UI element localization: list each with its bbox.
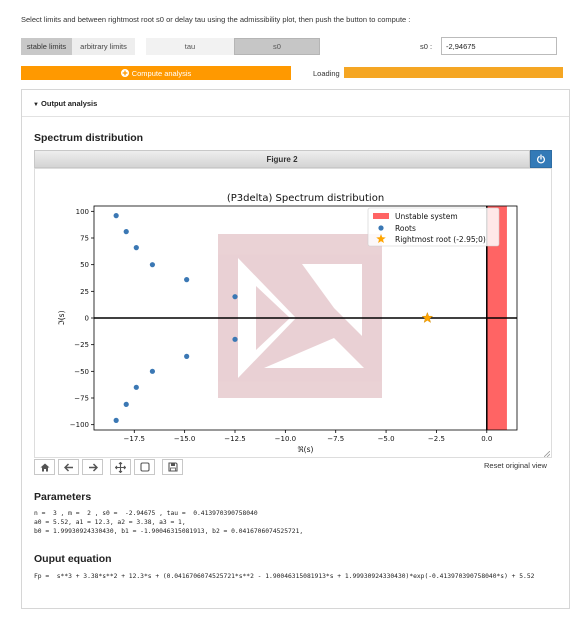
- loading-label: Loading: [313, 69, 340, 78]
- close-figure-button[interactable]: [530, 150, 552, 168]
- figure-toolbar: [34, 459, 186, 475]
- y-tick-label: −100: [70, 421, 89, 429]
- x-tick-label: −2.5: [428, 435, 445, 443]
- root-point: [184, 353, 190, 359]
- output-analysis-toggle[interactable]: ▼ Output analysis: [33, 99, 97, 108]
- forward-arrow-icon: [88, 462, 98, 472]
- instructions-text: Select limits and between rightmost root…: [21, 15, 411, 24]
- output-equation-heading: Ouput equation: [34, 553, 112, 565]
- caret-down-icon: ▼: [33, 102, 39, 108]
- root-point: [123, 229, 129, 235]
- zoom-rect-icon: [139, 462, 150, 472]
- zoom-rect-button[interactable]: [134, 459, 155, 475]
- root-point: [133, 245, 139, 251]
- x-axis-label: ℜ(s): [298, 445, 314, 454]
- x-tick-label: −5.0: [378, 435, 395, 443]
- figure-title-bar: Figure 2: [34, 150, 530, 168]
- back-button[interactable]: [58, 459, 79, 475]
- parameters-line-1: n = 3 , m = 2 , s0 = -2.94675 , tau = 0.…: [34, 510, 258, 517]
- save-button[interactable]: [162, 459, 183, 475]
- root-point: [133, 384, 139, 390]
- legend-swatch-unstable: [373, 213, 389, 219]
- pan-icon: [115, 461, 126, 473]
- y-tick-label: −75: [74, 395, 89, 403]
- x-tick-label: 0.0: [481, 435, 492, 443]
- tau-toggle-button[interactable]: tau: [146, 38, 234, 55]
- root-point: [149, 262, 156, 268]
- back-arrow-icon: [63, 462, 73, 472]
- compute-analysis-button[interactable]: Compute analysis: [21, 66, 291, 80]
- resize-handle-icon[interactable]: [544, 451, 550, 457]
- x-tick-label: −7.5: [327, 435, 344, 443]
- legend-label-unstable: Unstable system: [395, 212, 458, 221]
- legend-label-rightmost: Rightmost root (-2.95;0): [395, 235, 486, 244]
- x-tick-label: −10.0: [275, 435, 296, 443]
- x-tick-label: −12.5: [224, 435, 245, 443]
- root-point: [149, 368, 156, 374]
- s0-label: s0 :: [420, 42, 433, 51]
- root-point: [232, 336, 238, 342]
- loading-progress-bar: [344, 67, 563, 78]
- stable-limits-button[interactable]: stable limits: [21, 38, 72, 55]
- parameters-line-3: b0 = 1.99930924330430, b1 = -1.900463150…: [34, 528, 304, 535]
- y-tick-label: 50: [80, 261, 89, 269]
- root-point: [113, 213, 119, 219]
- root-point: [184, 277, 190, 283]
- power-icon: [536, 154, 546, 164]
- parameters-heading: Parameters: [34, 491, 92, 503]
- spectrum-plot: (P3delta) Spectrum distribution −17.5 −15.…: [57, 193, 518, 454]
- chart-title: (P3delta) Spectrum distribution: [227, 193, 384, 204]
- root-point: [232, 294, 238, 300]
- x-tick-label: −15.0: [174, 435, 195, 443]
- x-tick-label: −17.5: [124, 435, 145, 443]
- y-axis-label: ℑ(s): [57, 310, 66, 325]
- y-tick-label: 25: [80, 288, 89, 296]
- parameters-line-2: a0 = 5.52, a1 = 12.3, a2 = 3.38, a3 = 1,: [34, 519, 186, 526]
- watermark-logo: [218, 234, 382, 398]
- y-tick-label: 0: [85, 315, 89, 323]
- output-equation-text: Fp = s**3 + 3.38*s**2 + 12.3*s + (0.0416…: [34, 573, 535, 580]
- legend-label-roots: Roots: [395, 224, 416, 233]
- y-tick-label: 100: [76, 208, 89, 216]
- home-icon: [40, 463, 49, 471]
- reset-view-link[interactable]: Reset original view: [484, 461, 547, 470]
- root-point: [123, 401, 129, 407]
- save-icon: [167, 462, 178, 472]
- home-button[interactable]: [34, 459, 55, 475]
- pan-button[interactable]: [110, 459, 131, 475]
- output-analysis-label: Output analysis: [41, 99, 98, 108]
- s0-toggle-button[interactable]: s0: [234, 38, 320, 55]
- arbitrary-limits-button[interactable]: arbitrary limits: [72, 38, 135, 55]
- rightmost-root-star: [421, 311, 434, 323]
- forward-button[interactable]: [82, 459, 103, 475]
- root-point: [113, 417, 119, 423]
- spectrum-heading: Spectrum distribution: [34, 132, 144, 144]
- divider: [22, 116, 569, 117]
- plus-circle-icon: [120, 69, 129, 77]
- y-tick-label: 75: [80, 235, 89, 243]
- y-tick-label: −50: [74, 368, 89, 376]
- y-tick-label: −25: [74, 341, 89, 349]
- compute-analysis-label: Compute analysis: [131, 68, 192, 78]
- s0-input[interactable]: [441, 37, 557, 55]
- legend-swatch-roots: [378, 225, 384, 231]
